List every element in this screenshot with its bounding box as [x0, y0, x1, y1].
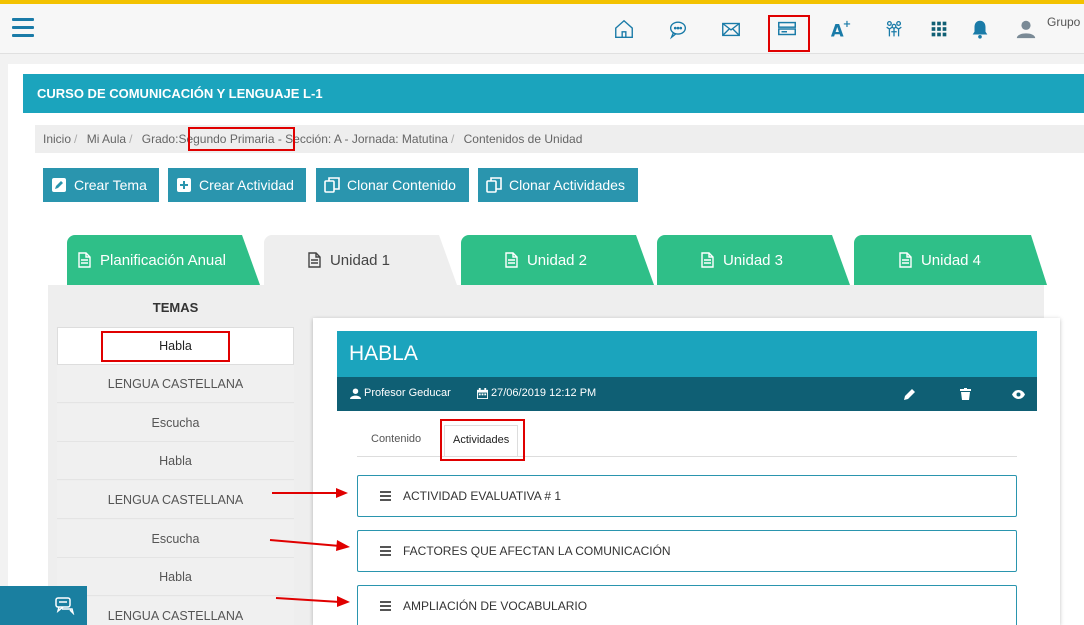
- tab-label: Unidad 3: [722, 251, 784, 269]
- tema-item[interactable]: LENGUA CASTELLANA: [57, 597, 294, 625]
- activity-title: ACTIVIDAD EVALUATIVA # 1: [403, 489, 562, 503]
- tab-edge: [433, 235, 457, 285]
- tab-label: Planificación Anual: [100, 251, 226, 269]
- file-icon: [701, 252, 714, 268]
- cards-icon[interactable]: [772, 14, 802, 44]
- tab-unidad-4[interactable]: Unidad 4: [854, 235, 1026, 285]
- activity-title: AMPLIACIÓN DE VOCABULARIO: [403, 599, 588, 613]
- subtab-divider: [357, 456, 1017, 457]
- tab-edge: [630, 235, 654, 285]
- copy-icon: [486, 177, 502, 193]
- tab-planificacion-anual[interactable]: Planificación Anual: [67, 235, 237, 285]
- breadcrumb-mi-aula[interactable]: Mi Aula: [87, 132, 126, 146]
- breadcrumb-current: Contenidos de Unidad: [463, 132, 583, 146]
- tema-item[interactable]: Habla: [57, 327, 294, 365]
- menu-icon[interactable]: [12, 18, 34, 38]
- crear-tema-button[interactable]: Crear Tema: [43, 168, 159, 202]
- content-meta-bar: Profesor Geducar 27/06/2019 12:12 PM: [337, 377, 1037, 411]
- chat-widget-button[interactable]: [0, 586, 87, 625]
- tab-edge: [826, 235, 850, 285]
- tab-unidad-3[interactable]: Unidad 3: [657, 235, 827, 285]
- tab-unidad-2[interactable]: Unidad 2: [461, 235, 631, 285]
- tab-label: Unidad 1: [329, 251, 391, 269]
- list-icon: [380, 489, 391, 503]
- activity-item[interactable]: ACTIVIDAD EVALUATIVA # 1: [357, 475, 1017, 517]
- copy-icon: [324, 177, 340, 193]
- content-title: HABLA: [337, 331, 1037, 377]
- tab-label: Unidad 4: [920, 251, 982, 269]
- author-meta: Profesor Geducar: [350, 387, 451, 399]
- edit-icon: [51, 177, 67, 193]
- people-icon[interactable]: [879, 14, 909, 44]
- file-icon: [78, 252, 91, 268]
- bell-icon[interactable]: [965, 14, 995, 44]
- breadcrumb: Inicio / Mi Aula / Grado:Segundo Primaria …: [35, 125, 1084, 153]
- mail-icon[interactable]: [716, 14, 746, 44]
- file-icon: [308, 252, 321, 268]
- pencil-icon[interactable]: [902, 386, 918, 402]
- breadcrumb-grado-prefix: Grado:: [141, 132, 179, 146]
- subtab-actividades[interactable]: Actividades: [444, 425, 519, 457]
- list-icon: [380, 544, 391, 558]
- activity-item[interactable]: FACTORES QUE AFECTAN LA COMUNICACIÓN: [357, 530, 1017, 572]
- activity-title: FACTORES QUE AFECTAN LA COMUNICACIÓN: [403, 544, 671, 558]
- tab-unidad-1[interactable]: Unidad 1: [264, 235, 434, 285]
- chat-icon[interactable]: [663, 14, 693, 44]
- user-avatar-icon[interactable]: [1011, 14, 1041, 44]
- tema-item[interactable]: LENGUA CASTELLANA: [57, 365, 294, 403]
- clonar-actividades-label: Clonar Actividades: [509, 177, 625, 193]
- plus-square-icon: [176, 177, 192, 193]
- tema-item[interactable]: Escucha: [57, 404, 294, 442]
- temas-title: TEMAS: [152, 300, 199, 315]
- apps-grid-icon[interactable]: [924, 14, 954, 44]
- tema-item[interactable]: Habla: [57, 442, 294, 480]
- breadcrumb-details: - Sección: A - Jornada: Matutina: [277, 132, 448, 146]
- calendar-icon: [477, 387, 488, 399]
- course-title: CURSO DE COMUNICACIÓN Y LENGUAJE L-1: [23, 74, 1084, 113]
- top-navbar: A + Grupo: [0, 4, 1084, 54]
- content-date: 27/06/2019 12:12 PM: [491, 387, 597, 399]
- crear-actividad-label: Crear Actividad: [199, 177, 294, 193]
- file-icon: [505, 252, 518, 268]
- home-icon[interactable]: [609, 14, 639, 44]
- subtab-contenido[interactable]: Contenido: [371, 425, 421, 457]
- author-name: Profesor Geducar: [364, 387, 451, 399]
- breadcrumb-inicio[interactable]: Inicio: [43, 132, 71, 146]
- tema-item[interactable]: Habla: [57, 558, 294, 596]
- user-icon: [350, 387, 361, 399]
- tab-edge: [1025, 235, 1047, 285]
- list-icon: [380, 599, 391, 613]
- breadcrumb-grado: Segundo Primaria: [178, 132, 275, 146]
- date-meta: 27/06/2019 12:12 PM: [477, 387, 596, 399]
- svg-text:+: +: [843, 19, 851, 30]
- tema-item[interactable]: LENGUA CASTELLANA: [57, 481, 294, 519]
- user-label[interactable]: Grupo: [1047, 15, 1080, 29]
- tema-item[interactable]: Escucha: [57, 520, 294, 558]
- eye-icon[interactable]: [1010, 386, 1026, 402]
- clonar-actividades-button[interactable]: Clonar Actividades: [478, 168, 638, 202]
- font-plus-icon[interactable]: A +: [825, 14, 855, 44]
- trash-icon[interactable]: [957, 386, 973, 402]
- activity-item[interactable]: AMPLIACIÓN DE VOCABULARIO: [357, 585, 1017, 625]
- crear-tema-label: Crear Tema: [74, 177, 147, 193]
- clonar-contenido-button[interactable]: Clonar Contenido: [316, 168, 469, 202]
- file-icon: [899, 252, 912, 268]
- chat-bubbles-icon: [55, 596, 75, 615]
- crear-actividad-button[interactable]: Crear Actividad: [168, 168, 306, 202]
- clonar-contenido-label: Clonar Contenido: [347, 177, 456, 193]
- tab-edge: [236, 235, 260, 285]
- tab-label: Unidad 2: [526, 251, 588, 269]
